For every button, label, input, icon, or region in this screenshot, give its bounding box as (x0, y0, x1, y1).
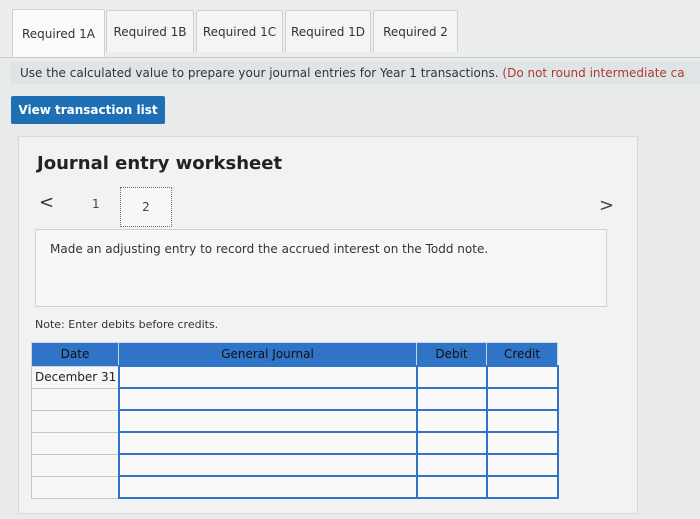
date-cell (31, 409, 119, 433)
date-cell: December 31 (31, 365, 119, 389)
header-general-journal: General Journal (118, 342, 417, 367)
debits-credits-note: Note: Enter debits before credits. (35, 318, 219, 331)
journal-entry-worksheet: Journal entry worksheet < 1 2 > Made an … (18, 136, 638, 514)
journal-row (31, 387, 559, 411)
credit-input[interactable] (485, 387, 559, 411)
view-transaction-list-button[interactable]: View transaction list (11, 96, 165, 124)
transaction-description: Made an adjusting entry to record the ac… (35, 229, 607, 307)
view-transaction-list-label: View transaction list (18, 103, 158, 117)
credit-input[interactable] (485, 409, 559, 433)
journal-row (31, 409, 559, 433)
account-input[interactable] (117, 365, 418, 389)
header-debit: Debit (416, 342, 487, 367)
header-credit: Credit (486, 342, 558, 367)
date-cell (31, 387, 119, 411)
instructions-bar: Use the calculated value to prepare your… (10, 62, 700, 84)
account-input[interactable] (117, 409, 418, 433)
tab-label: Required 1B (113, 24, 187, 39)
journal-row (31, 431, 559, 455)
account-input[interactable] (117, 387, 418, 411)
chevron-left-icon[interactable]: < (39, 192, 54, 213)
tab-label: Required 2 (383, 24, 448, 39)
step-2-current[interactable]: 2 (120, 187, 172, 227)
credit-input[interactable] (485, 475, 559, 499)
journal-row: December 31 (31, 365, 559, 389)
account-input[interactable] (117, 475, 418, 499)
journal-row (31, 475, 559, 499)
date-cell (31, 453, 119, 477)
debit-input[interactable] (415, 365, 488, 389)
step-2-label: 2 (142, 200, 150, 214)
debit-input[interactable] (415, 387, 488, 411)
header-date: Date (31, 342, 119, 367)
debit-input[interactable] (415, 453, 488, 477)
tab-required-1c[interactable]: Required 1C (196, 10, 283, 52)
date-cell (31, 475, 119, 499)
chevron-right-icon[interactable]: > (599, 195, 614, 216)
date-cell (31, 431, 119, 455)
debit-input[interactable] (415, 475, 488, 499)
journal-header-row: Date General Journal Debit Credit (31, 342, 558, 367)
credit-input[interactable] (485, 431, 559, 455)
debit-input[interactable] (415, 409, 488, 433)
tab-required-1d[interactable]: Required 1D (285, 10, 371, 52)
step-1[interactable]: 1 (92, 197, 100, 211)
tab-label: Required 1C (202, 24, 277, 39)
account-input[interactable] (117, 431, 418, 455)
instructions-note: (Do not round intermediate ca (502, 66, 685, 80)
tab-required-2[interactable]: Required 2 (373, 10, 458, 52)
tab-bar: Required 1A Required 1B Required 1C Requ… (0, 0, 700, 58)
journal-row (31, 453, 559, 477)
tab-required-1b[interactable]: Required 1B (106, 10, 194, 52)
account-input[interactable] (117, 453, 418, 477)
instructions-text: Use the calculated value to prepare your… (20, 66, 499, 80)
worksheet-title: Journal entry worksheet (37, 153, 283, 174)
credit-input[interactable] (485, 365, 559, 389)
journal-table: Date General Journal Debit Credit Decemb… (31, 342, 559, 499)
debit-input[interactable] (415, 431, 488, 455)
tab-label: Required 1A (21, 26, 96, 41)
tab-required-1a[interactable]: Required 1A (12, 9, 105, 57)
credit-input[interactable] (485, 453, 559, 477)
tab-label: Required 1D (290, 24, 366, 39)
